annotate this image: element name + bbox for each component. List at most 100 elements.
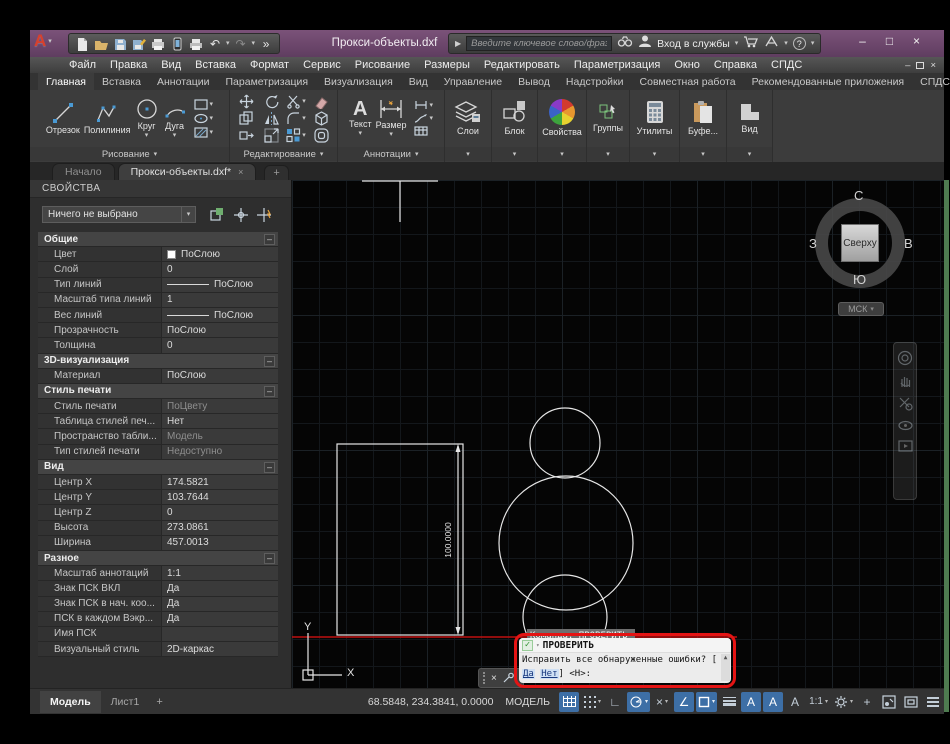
ribbon-tab[interactable]: Совместная работа xyxy=(632,73,744,90)
view-button[interactable]: Вид xyxy=(739,102,761,134)
clean-screen-button[interactable] xyxy=(901,692,921,712)
dim-linear-tool[interactable]: ▾ xyxy=(414,100,433,110)
new-file-icon[interactable] xyxy=(74,36,90,52)
offset-tool[interactable] xyxy=(313,127,329,143)
maximize-button[interactable]: □ xyxy=(876,34,903,48)
close-icon[interactable]: × xyxy=(491,673,497,684)
isometric-drafting-toggle[interactable]: ∠ xyxy=(674,691,695,712)
mobile-publish-icon[interactable] xyxy=(169,36,185,52)
doc-minimize-button[interactable]: – xyxy=(905,60,910,71)
panel-utilities-footer[interactable]: ▾ xyxy=(630,147,679,161)
property-value[interactable]: 0 xyxy=(162,262,278,277)
osnap-toggle[interactable]: ▾ xyxy=(696,691,718,712)
property-value[interactable]: 0 xyxy=(162,505,278,520)
menu-item[interactable]: Правка xyxy=(103,59,154,71)
ribbon-tab[interactable]: Управление xyxy=(436,73,510,90)
arc-button[interactable]: Дуга ▾ xyxy=(163,97,187,139)
annotation-autoscale-toggle[interactable]: А xyxy=(763,691,784,712)
menu-item[interactable]: Вид xyxy=(154,59,188,71)
navigation-bar[interactable] xyxy=(893,342,917,500)
property-value[interactable] xyxy=(162,626,278,642)
property-value[interactable]: Да xyxy=(162,611,278,626)
ribbon-tab[interactable]: Визуализация xyxy=(316,73,401,90)
move-tool[interactable] xyxy=(239,94,254,109)
property-value[interactable]: Недоступно xyxy=(162,444,278,459)
property-value[interactable]: ПоСлою xyxy=(162,323,278,338)
polyline-button[interactable]: Полилиния xyxy=(84,101,131,136)
viewcube-south[interactable]: Ю xyxy=(853,272,866,287)
property-value[interactable]: ПоЦвету xyxy=(162,399,278,414)
collapse-section-button[interactable]: – xyxy=(264,461,275,473)
help-dropdown-icon[interactable]: ▾ xyxy=(811,40,815,47)
user-icon[interactable] xyxy=(638,34,652,53)
selection-combo[interactable]: Ничего не выбрано ▾ xyxy=(42,206,196,223)
polar-tracking-toggle[interactable]: ▾ xyxy=(627,691,651,712)
property-value[interactable]: 457.0013 xyxy=(162,535,278,550)
panel-annotate-footer[interactable]: Аннотации ▾ xyxy=(338,147,444,161)
snap-toggle[interactable]: ▾ xyxy=(581,692,603,712)
steering-wheel-icon[interactable] xyxy=(897,350,913,366)
ribbon-tab[interactable]: Вид xyxy=(401,73,436,90)
trim-tool[interactable]: ▾ xyxy=(286,94,306,109)
model-tab[interactable]: Модель xyxy=(40,690,101,713)
app-menu-button[interactable]: A ▾ xyxy=(34,31,52,51)
undo-dropdown-icon[interactable]: ▾ xyxy=(226,40,230,47)
annotation-scale-button[interactable]: 1:1 ▾ xyxy=(807,692,830,712)
menu-item[interactable]: СПДС xyxy=(764,59,809,71)
chevron-down-icon[interactable]: ▾ xyxy=(712,698,715,705)
section-header[interactable]: Стиль печати xyxy=(38,385,111,396)
autodesk-logo-icon[interactable] xyxy=(764,35,779,53)
save-icon[interactable] xyxy=(112,36,128,52)
ribbon-tab[interactable]: Вставка xyxy=(94,73,149,90)
property-value[interactable]: Нет xyxy=(162,414,278,429)
layout-tab[interactable]: Лист1 xyxy=(101,691,150,713)
chevron-down-icon[interactable]: ▾ xyxy=(598,698,601,705)
panel-properties-footer[interactable]: ▾ xyxy=(538,147,586,161)
doc-close-button[interactable]: × xyxy=(930,60,936,71)
sign-in-dropdown-icon[interactable]: ▾ xyxy=(735,40,739,47)
search-input[interactable] xyxy=(466,36,613,51)
batch-plot-icon[interactable] xyxy=(150,36,166,52)
isolate-objects-button[interactable] xyxy=(879,692,899,712)
fillet-tool[interactable]: ▾ xyxy=(286,111,306,126)
erase-tool[interactable] xyxy=(314,94,329,109)
search-binoculars-icon[interactable] xyxy=(617,34,633,54)
qat-more-icon[interactable]: » xyxy=(258,36,274,52)
property-value[interactable]: ПоСлою xyxy=(162,247,278,262)
property-value[interactable]: 2D-каркас xyxy=(162,642,278,657)
menu-item[interactable]: Размеры xyxy=(417,59,477,71)
print-icon[interactable] xyxy=(188,36,204,52)
panel-clipboard-footer[interactable]: ▾ xyxy=(680,147,726,161)
scale-tool[interactable] xyxy=(263,127,279,143)
property-value[interactable]: 174.5821 xyxy=(162,475,278,490)
menu-item[interactable]: Справка xyxy=(707,59,764,71)
collapse-section-button[interactable]: – xyxy=(264,552,275,564)
zoom-extents-icon[interactable] xyxy=(898,396,913,411)
layers-button[interactable]: Слои xyxy=(454,100,482,136)
new-drawing-tab-button[interactable]: + xyxy=(264,165,289,180)
save-as-icon[interactable] xyxy=(131,36,147,52)
customization-menu-button[interactable] xyxy=(923,692,943,712)
chevron-down-icon[interactable]: ▾ xyxy=(665,698,668,705)
grid-toggle[interactable] xyxy=(559,691,580,712)
redo-icon[interactable]: ↷ xyxy=(233,36,249,52)
utilities-button[interactable]: Утилиты xyxy=(637,100,672,136)
ribbon-tab[interactable]: Вывод xyxy=(510,73,558,90)
menu-item[interactable]: Редактировать xyxy=(477,59,567,71)
leader-tool[interactable]: ▾ xyxy=(414,113,433,123)
popup-scrollbar[interactable]: ▲ xyxy=(721,654,730,681)
add-layout-button[interactable]: + xyxy=(149,696,169,708)
property-value[interactable]: 1:1 xyxy=(162,566,278,581)
no-link[interactable]: Нет xyxy=(540,669,559,679)
app-store-cart-icon[interactable] xyxy=(743,34,759,53)
selection-cycling-toggle[interactable]: + xyxy=(857,692,877,712)
file-tab-start[interactable]: Начало xyxy=(52,163,115,180)
section-header[interactable]: Общие xyxy=(38,234,78,245)
doc-restore-button[interactable] xyxy=(916,61,925,69)
copy-tool[interactable] xyxy=(238,110,254,126)
panel-block-footer[interactable]: ▾ xyxy=(492,147,537,161)
ortho-toggle[interactable]: ∟ xyxy=(605,692,625,712)
stretch-tool[interactable] xyxy=(238,128,254,143)
explode-tool[interactable] xyxy=(314,110,329,126)
sign-in-label[interactable]: Вход в службы xyxy=(657,38,730,50)
